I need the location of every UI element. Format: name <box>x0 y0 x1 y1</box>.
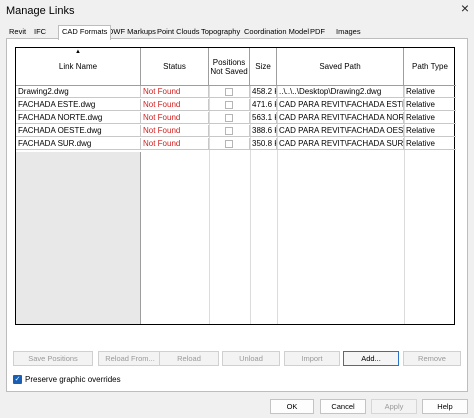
table-row-size: 458.2 K <box>250 86 277 98</box>
column-header-positions-not-saved[interactable]: Positions Not Saved <box>209 48 250 86</box>
table-row-status: Not Found <box>141 99 209 111</box>
links-table[interactable]: ▲ Link Name Status Positions Not Saved S… <box>15 47 456 325</box>
table-row-size: 471.6 K <box>250 99 277 111</box>
table-row-saved-path: CAD PARA REVIT\FACHADA ESTE. <box>277 99 404 111</box>
unload-button[interactable]: Unload <box>222 351 280 366</box>
reload-from-button[interactable]: Reload From... <box>98 351 162 366</box>
table-row-positions[interactable] <box>209 99 250 111</box>
table-row-size: 388.6 K <box>250 125 277 137</box>
apply-button[interactable]: Apply <box>371 399 417 414</box>
table-row-path-type[interactable]: Relative <box>404 112 456 124</box>
table-row-status: Not Found <box>141 112 209 124</box>
table-row-saved-path: ..\..\..\Desktop\Drawing2.dwg <box>277 86 404 98</box>
ok-button[interactable]: OK <box>270 399 314 414</box>
table-row-path-type[interactable]: Relative <box>404 125 456 137</box>
table-row-size: 350.8 K <box>250 138 277 150</box>
positions-checkbox[interactable] <box>225 88 233 96</box>
column-header-size[interactable]: Size <box>250 48 277 86</box>
positions-checkbox[interactable] <box>225 127 233 135</box>
table-row-name[interactable]: FACHADA NORTE.dwg <box>16 112 141 124</box>
table-row-name[interactable]: FACHADA OESTE.dwg <box>16 125 141 137</box>
table-row-name[interactable]: FACHADA SUR.dwg <box>16 138 141 150</box>
sort-ascending-icon: ▲ <box>75 49 81 55</box>
table-row-name[interactable]: FACHADA ESTE.dwg <box>16 99 141 111</box>
table-row-positions[interactable] <box>209 125 250 137</box>
table-row-status: Not Found <box>141 125 209 137</box>
tab-cad-formats[interactable]: CAD Formats <box>58 25 112 40</box>
table-row-positions[interactable] <box>209 86 250 98</box>
reload-button[interactable]: Reload <box>159 351 219 366</box>
table-row-path-type[interactable]: Relative <box>404 86 456 98</box>
link-name-column-fill <box>16 152 141 324</box>
preserve-overrides-label: Preserve graphic overrides <box>25 375 121 384</box>
cancel-button[interactable]: Cancel <box>320 399 366 414</box>
remove-button[interactable]: Remove <box>403 351 461 366</box>
table-row-positions[interactable] <box>209 112 250 124</box>
table-row-name[interactable]: Drawing2.dwg <box>16 86 141 98</box>
table-row-status: Not Found <box>141 86 209 98</box>
column-header-saved-path[interactable]: Saved Path <box>277 48 404 86</box>
save-positions-button[interactable]: Save Positions <box>13 351 93 366</box>
positions-checkbox[interactable] <box>225 114 233 122</box>
column-header-status[interactable]: Status <box>141 48 209 86</box>
import-button[interactable]: Import <box>284 351 340 366</box>
cad-formats-panel: ▲ Link Name Status Positions Not Saved S… <box>6 38 468 392</box>
table-row-path-type[interactable]: Relative <box>404 138 456 150</box>
add-button[interactable]: Add... <box>343 351 399 366</box>
table-row-saved-path: CAD PARA REVIT\FACHADA NOR <box>277 112 404 124</box>
table-row-status: Not Found <box>141 138 209 150</box>
table-row-saved-path: CAD PARA REVIT\FACHADA OEST <box>277 125 404 137</box>
table-row-path-type[interactable]: Relative <box>404 99 456 111</box>
preserve-overrides-checkbox[interactable]: ✓ <box>13 375 22 384</box>
dialog-button-bar: OK Cancel Apply Help <box>0 397 474 418</box>
table-row-size: 563.1 K <box>250 112 277 124</box>
table-row-saved-path: CAD PARA REVIT\FACHADA SUR. <box>277 138 404 150</box>
column-header-path-type[interactable]: Path Type <box>404 48 456 86</box>
table-row-positions[interactable] <box>209 138 250 150</box>
window-title: Manage Links <box>6 5 75 17</box>
close-icon[interactable]: × <box>461 0 469 16</box>
column-header-link-name[interactable]: ▲ Link Name <box>16 48 141 86</box>
positions-checkbox[interactable] <box>225 101 233 109</box>
help-button[interactable]: Help <box>422 399 468 414</box>
title-bar: Manage Links × <box>0 0 474 22</box>
positions-checkbox[interactable] <box>225 140 233 148</box>
